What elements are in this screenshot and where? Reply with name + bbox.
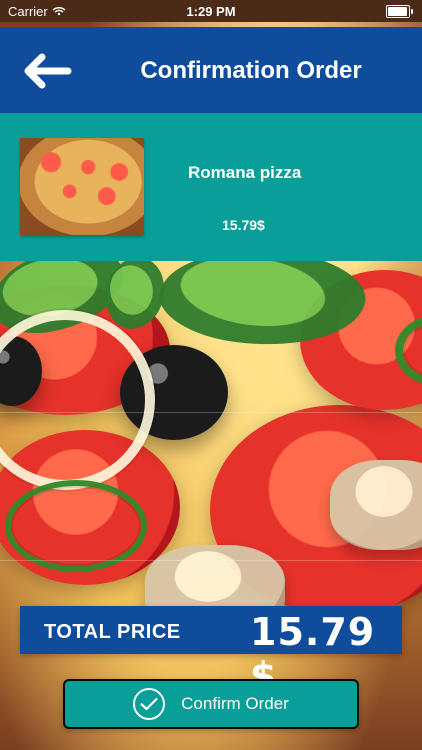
status-bar: Carrier 1:29 PM	[0, 0, 422, 22]
order-item-row: Romana pizza 15.79$	[0, 113, 422, 261]
check-circle-icon	[133, 688, 166, 720]
check-icon	[140, 697, 158, 711]
pizza-price: 15.79$	[222, 217, 265, 233]
pizza-name: Romana pizza	[188, 163, 302, 182]
green-pepper-ring	[5, 480, 147, 572]
status-time: 1:29 PM	[186, 4, 236, 19]
separator-line	[0, 412, 422, 413]
total-price-label: TOTAL PRICE	[44, 621, 181, 643]
separator-line	[0, 560, 422, 561]
page-title: Confirmation Order	[140, 57, 362, 84]
pizza-thumbnail	[20, 138, 144, 235]
total-price-bar: TOTAL PRICE 15.79 $	[20, 606, 402, 698]
mushroom	[330, 460, 422, 550]
header-bar: Confirmation Order	[0, 27, 422, 113]
confirm-order-label: Confirm Order	[181, 694, 289, 713]
battery-fill	[388, 7, 407, 16]
battery-icon	[386, 5, 413, 18]
confirm-order-button[interactable]: Confirm Order	[63, 679, 359, 729]
